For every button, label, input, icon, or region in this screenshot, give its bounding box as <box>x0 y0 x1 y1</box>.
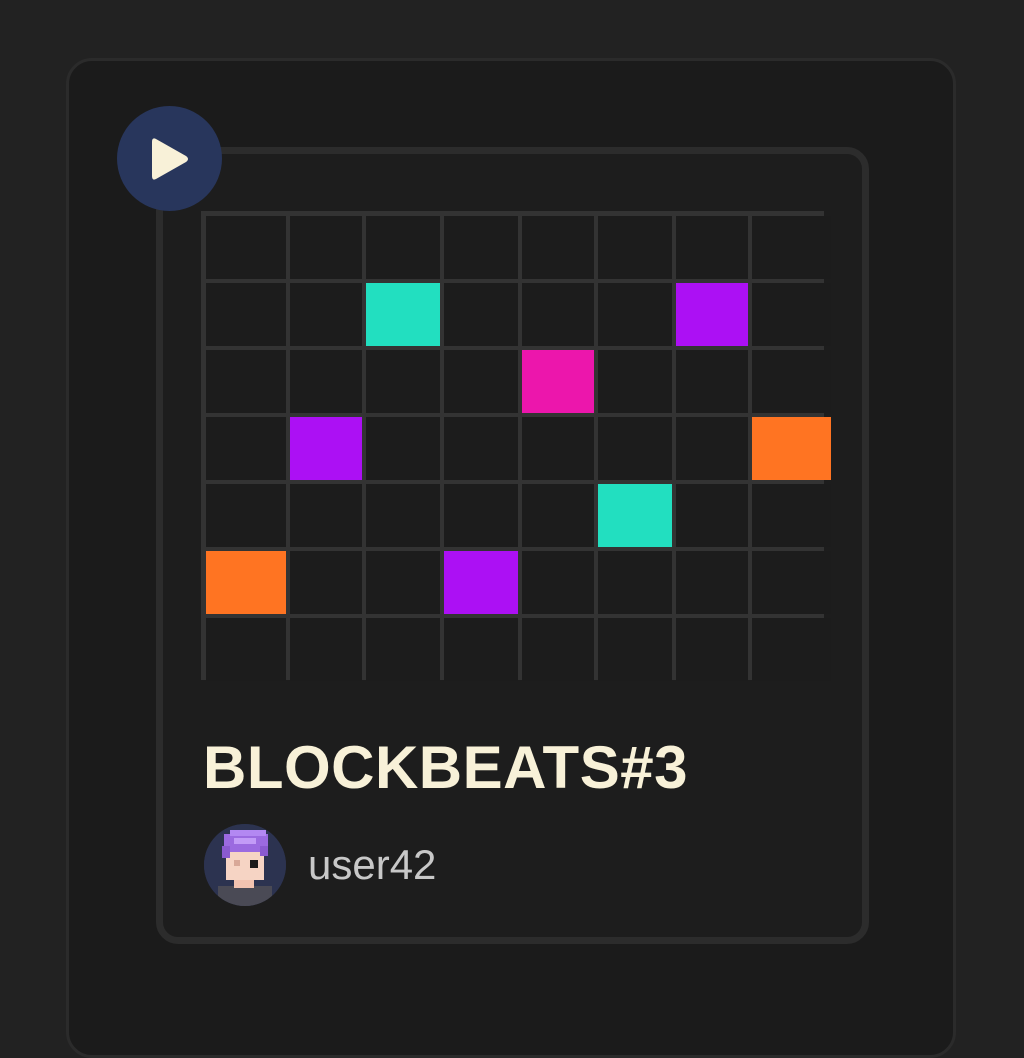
sequencer-cell[interactable] <box>752 618 831 681</box>
sequencer-cell[interactable] <box>598 417 672 480</box>
pixel-avatar-icon <box>204 824 286 906</box>
sequencer-cell[interactable] <box>290 551 362 614</box>
sequencer-cell[interactable] <box>598 283 672 346</box>
sequencer-cell[interactable] <box>290 484 362 547</box>
sequencer-cell-active[interactable] <box>522 350 594 413</box>
sequencer-cell[interactable] <box>444 618 518 681</box>
sequencer-cell-active[interactable] <box>598 484 672 547</box>
sequencer-cell[interactable] <box>752 216 831 279</box>
author-row[interactable]: user42 <box>204 824 436 906</box>
sequencer-cell[interactable] <box>676 417 748 480</box>
sequencer-cell[interactable] <box>598 551 672 614</box>
sequencer-cell[interactable] <box>206 417 286 480</box>
sequencer-cell[interactable] <box>752 551 831 614</box>
sequencer-cell[interactable] <box>206 216 286 279</box>
sequencer-cell[interactable] <box>676 350 748 413</box>
track-title: BLOCKBEATS#3 <box>203 734 688 801</box>
sequencer-cell[interactable] <box>206 283 286 346</box>
avatar[interactable] <box>204 824 286 906</box>
sequencer-cell[interactable] <box>444 350 518 413</box>
sequencer-cell[interactable] <box>676 618 748 681</box>
sequencer-cell[interactable] <box>206 484 286 547</box>
username[interactable]: user42 <box>308 844 436 886</box>
sequencer-cell[interactable] <box>752 350 831 413</box>
play-icon <box>151 137 188 180</box>
sequencer-cell[interactable] <box>444 216 518 279</box>
sequencer-cell[interactable] <box>366 216 440 279</box>
sequencer-cell[interactable] <box>366 618 440 681</box>
sequencer-cell-active[interactable] <box>676 283 748 346</box>
sequencer-cell[interactable] <box>676 216 748 279</box>
sequencer-cell[interactable] <box>522 618 594 681</box>
sequencer-cell[interactable] <box>522 216 594 279</box>
sequencer-cell[interactable] <box>444 283 518 346</box>
sequencer-cell[interactable] <box>752 283 831 346</box>
sequencer-cell[interactable] <box>366 551 440 614</box>
sequencer-cell[interactable] <box>290 283 362 346</box>
sequencer-cell[interactable] <box>290 350 362 413</box>
sequencer-cell[interactable] <box>206 618 286 681</box>
sequencer-cell[interactable] <box>598 216 672 279</box>
sequencer-cell[interactable] <box>598 350 672 413</box>
sequencer-cell[interactable] <box>366 417 440 480</box>
sequencer-cell[interactable] <box>290 618 362 681</box>
sequencer-cell[interactable] <box>290 216 362 279</box>
sequencer-cell-active[interactable] <box>206 551 286 614</box>
sequencer-cell[interactable] <box>752 484 831 547</box>
sequencer-cell[interactable] <box>522 551 594 614</box>
sequencer-cell[interactable] <box>366 484 440 547</box>
sequencer-cell-active[interactable] <box>366 283 440 346</box>
sequencer-cell[interactable] <box>676 484 748 547</box>
sequencer-cell[interactable] <box>522 283 594 346</box>
sequencer-cell[interactable] <box>206 350 286 413</box>
sequencer-cell-active[interactable] <box>290 417 362 480</box>
sequencer-cell[interactable] <box>598 618 672 681</box>
sequencer-grid <box>201 211 831 681</box>
sequencer-cell[interactable] <box>366 350 440 413</box>
sequencer-cell-active[interactable] <box>752 417 831 480</box>
sequencer-cell[interactable] <box>522 417 594 480</box>
sequencer-cell[interactable] <box>676 551 748 614</box>
sequencer-cell[interactable] <box>522 484 594 547</box>
play-button[interactable] <box>117 106 222 211</box>
sequencer-cell-active[interactable] <box>444 551 518 614</box>
sequencer-cell[interactable] <box>444 484 518 547</box>
sequencer-cell[interactable] <box>444 417 518 480</box>
